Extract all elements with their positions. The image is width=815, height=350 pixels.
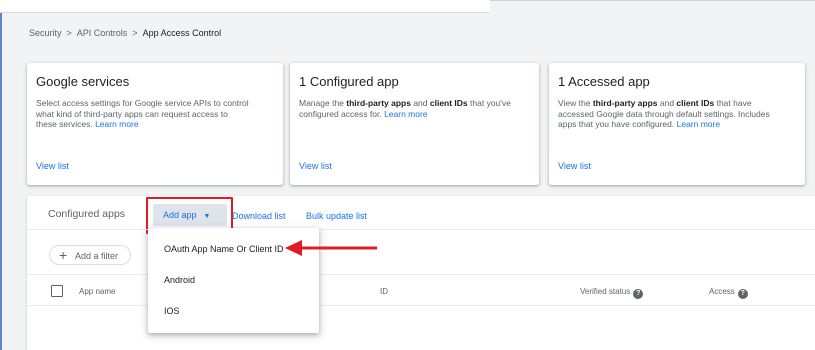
card-description-line: View the third-party apps and client IDs… — [558, 98, 770, 109]
card-description-bold: third-party apps — [346, 98, 411, 108]
column-verified-status[interactable]: Verified status? — [580, 287, 644, 299]
view-list-link[interactable]: View list — [558, 161, 591, 171]
configured-apps-panel: Configured apps Add app ▼ Download list B… — [27, 196, 815, 350]
card-description-line: Select access settings for Google servic… — [36, 98, 249, 108]
learn-more-link[interactable]: Learn more — [384, 109, 427, 119]
learn-more-link[interactable]: Learn more — [677, 119, 720, 129]
card-title: 1 Configured app — [299, 74, 399, 89]
column-label: Verified status — [580, 287, 631, 296]
menu-item-oauth[interactable]: OAuth App Name Or Client ID — [164, 244, 284, 254]
card-description: Select access settings for Google servic… — [36, 98, 249, 130]
card-description-line: configured access for. Learn more — [299, 109, 511, 120]
card-description: Manage the third-party apps and client I… — [299, 98, 511, 119]
breadcrumb-current: App Access Control — [142, 28, 222, 38]
select-all-checkbox[interactable] — [51, 285, 63, 297]
column-app-name[interactable]: App name — [79, 287, 115, 296]
divider — [27, 229, 815, 230]
breadcrumb-security[interactable]: Security — [29, 28, 62, 38]
add-filter-chip[interactable]: + Add a filter — [49, 245, 131, 265]
accessed-apps-card: 1 Accessed app View the third-party apps… — [549, 63, 805, 185]
card-description-text: configured access for. — [299, 108, 382, 119]
red-arrow-icon — [285, 240, 377, 256]
card-description-text: apps that you have configured. — [558, 119, 675, 129]
card-description-line: Manage the third-party apps and client I… — [299, 98, 511, 109]
menu-item-ios[interactable]: IOS — [164, 306, 180, 316]
google-services-card: Google services Select access settings f… — [27, 63, 283, 185]
column-id[interactable]: ID — [380, 287, 388, 296]
breadcrumb-separator: > — [132, 28, 138, 38]
card-title: Google services — [36, 74, 130, 89]
card-description-text: that have — [714, 98, 752, 108]
plus-icon: + — [59, 247, 68, 263]
card-description-bold: client IDs — [429, 98, 468, 108]
card-description-text: and — [410, 98, 430, 108]
filter-label: Add a filter — [75, 251, 119, 261]
breadcrumb: Security > API Controls > App Access Control — [29, 28, 221, 38]
breadcrumb-api-controls[interactable]: API Controls — [77, 28, 128, 38]
card-description-bold: client IDs — [676, 98, 715, 108]
card-description-line: what kind of third-party apps can reques… — [36, 108, 228, 119]
bulk-update-link[interactable]: Bulk update list — [306, 211, 367, 221]
card-description-text: and — [657, 98, 677, 108]
table-header: App name ID Verified status? Access? — [27, 274, 815, 306]
card-description-bold: third-party apps — [592, 98, 658, 108]
view-list-link[interactable]: View list — [36, 161, 69, 171]
help-icon[interactable]: ? — [737, 289, 748, 299]
card-title: 1 Accessed app — [558, 74, 650, 89]
card-description-line: these services. Learn more — [36, 119, 249, 130]
card-description: View the third-party apps and client IDs… — [558, 98, 770, 130]
breadcrumb-separator: > — [66, 28, 72, 38]
learn-more-link[interactable]: Learn more — [95, 119, 138, 129]
section-title: Configured apps — [48, 208, 126, 220]
help-icon[interactable]: ? — [633, 289, 644, 299]
menu-item-android[interactable]: Android — [164, 275, 195, 285]
configured-apps-card: 1 Configured app Manage the third-party … — [290, 63, 539, 185]
card-description-line: accessed Google data through default set… — [558, 109, 770, 120]
card-description-text: View the — [558, 98, 593, 108]
top-bar — [0, 0, 490, 13]
card-description-text: accessed Google data through default set… — [558, 108, 770, 119]
card-description-text: these services. — [36, 119, 93, 129]
download-list-link[interactable]: Download list — [232, 211, 286, 221]
card-description-text: Manage the — [299, 98, 347, 108]
card-description-text: that you've — [467, 98, 511, 108]
column-access[interactable]: Access? — [709, 287, 748, 299]
column-label: Access — [709, 287, 735, 296]
card-description-line: apps that you have configured. Learn mor… — [558, 119, 770, 130]
view-list-link[interactable]: View list — [299, 161, 332, 171]
